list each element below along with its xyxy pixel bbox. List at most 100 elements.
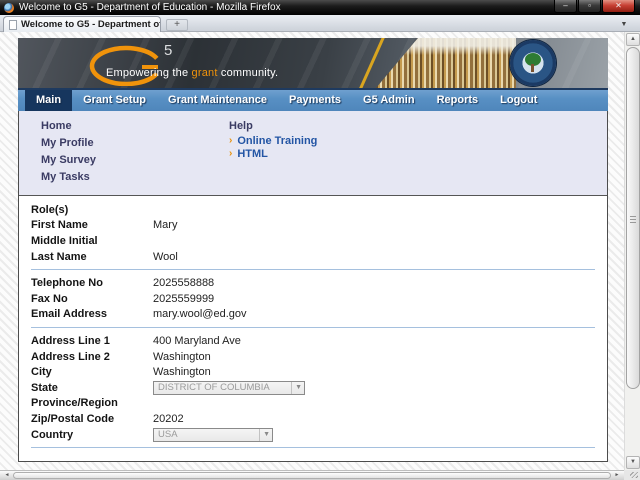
field-value: 2025558888 [153, 277, 214, 289]
field-label: State [31, 382, 153, 394]
field-label: Address Line 2 [31, 351, 153, 363]
chevron-down-icon: ▼ [291, 382, 302, 394]
scroll-up-button[interactable]: ▲ [626, 33, 640, 46]
browser-tab[interactable]: Welcome to G5 - Department of Edu... [3, 16, 161, 32]
field-label: Telephone No [31, 277, 153, 289]
tagline-grant: grant [192, 67, 218, 79]
education-seal-icon [510, 40, 556, 86]
field-value: Mary [153, 219, 177, 231]
g5-page: 5 Empowering the grant community. Main G… [18, 38, 608, 462]
field-row-fax: Fax No 2025559999 [19, 291, 607, 307]
resize-grip [624, 470, 640, 480]
field-row-zip: Zip/Postal Code 20202 [19, 411, 607, 427]
field-row-address-2: Address Line 2 Washington [19, 349, 607, 365]
nav-item-grant-setup[interactable]: Grant Setup [72, 90, 157, 111]
chevron-down-icon: ▼ [259, 429, 270, 441]
field-row-province: Province/Region [19, 396, 607, 412]
nav-item-grant-maintenance[interactable]: Grant Maintenance [157, 90, 278, 111]
country-select-value: USA [158, 429, 178, 440]
field-row-last-name: Last Name Wool [19, 249, 607, 265]
new-tab-button[interactable]: + [166, 19, 188, 31]
nav-item-logout[interactable]: Logout [489, 90, 548, 111]
banner-gold-line [357, 38, 386, 88]
vertical-scrollbar-thumb[interactable] [626, 47, 640, 389]
state-select[interactable]: DISTRICT OF COLUMBIA ▼ [153, 381, 305, 395]
scroll-down-button[interactable]: ▼ [626, 456, 640, 469]
field-row-address-1: Address Line 1 400 Maryland Ave [19, 333, 607, 349]
horizontal-scrollbar-thumb[interactable] [13, 472, 611, 479]
sidebar-item-my-survey[interactable]: My Survey [41, 154, 96, 171]
field-row-roles: Role(s) [19, 202, 607, 218]
firefox-icon [4, 3, 14, 13]
link-online-training[interactable]: › Online Training [229, 135, 317, 148]
field-label: Province/Region [31, 397, 153, 409]
page-icon [9, 20, 17, 30]
scroll-left-button[interactable]: ◄ [1, 471, 13, 480]
field-label: Email Address [31, 308, 153, 320]
field-row-email: Email Address mary.wool@ed.gov [19, 307, 607, 323]
field-value: 400 Maryland Ave [153, 335, 241, 347]
field-row-country: Country USA ▼ [19, 427, 607, 443]
field-row-first-name: First Name Mary [19, 218, 607, 234]
sidebar-item-my-tasks[interactable]: My Tasks [41, 171, 96, 188]
close-button[interactable]: ✕ [602, 0, 635, 13]
field-label: Role(s) [31, 204, 153, 216]
tab-list-dropdown-icon[interactable]: ▼ [615, 19, 633, 31]
section-divider [31, 327, 595, 328]
window-title: Welcome to G5 - Department of Education … [19, 2, 553, 13]
site-banner: 5 Empowering the grant community. [18, 38, 608, 88]
chevron-right-icon: › [229, 148, 232, 161]
submenu-left-column: Home My Profile My Survey My Tasks [41, 120, 96, 188]
tagline: Empowering the grant community. [106, 67, 278, 79]
field-label: Middle Initial [31, 235, 153, 247]
section-divider [31, 447, 595, 448]
field-row-telephone: Telephone No 2025558888 [19, 275, 607, 291]
minimize-button[interactable]: – [554, 0, 577, 13]
field-value: Washington [153, 351, 211, 363]
help-column: Help › Online Training › HTML [229, 120, 317, 161]
maximize-button[interactable]: ▫ [578, 0, 601, 13]
field-label: City [31, 366, 153, 378]
window-titlebar: Welcome to G5 - Department of Education … [0, 0, 640, 15]
logo-5: 5 [164, 42, 172, 59]
nav-item-g5-admin[interactable]: G5 Admin [352, 90, 426, 111]
tab-bar: Welcome to G5 - Department of Edu... + ▼ [0, 15, 640, 32]
submenu-panel: Home My Profile My Survey My Tasks Help … [19, 111, 607, 196]
field-value: 20202 [153, 413, 184, 425]
field-label: Zip/Postal Code [31, 413, 153, 425]
field-row-middle-initial: Middle Initial [19, 233, 607, 249]
field-label: First Name [31, 219, 153, 231]
content-container: Home My Profile My Survey My Tasks Help … [18, 111, 608, 462]
chevron-right-icon: › [229, 135, 232, 148]
link-html[interactable]: › HTML [229, 148, 317, 161]
nav-item-main[interactable]: Main [25, 90, 72, 111]
main-navbar: Main Grant Setup Grant Maintenance Payme… [18, 88, 608, 111]
field-label: Address Line 1 [31, 335, 153, 347]
scroll-right-button[interactable]: ► [611, 471, 623, 480]
field-label: Last Name [31, 251, 153, 263]
field-value: mary.wool@ed.gov [153, 308, 247, 320]
field-value: Wool [153, 251, 178, 263]
window-controls: – ▫ ✕ [553, 0, 635, 13]
horizontal-scrollbar: ◄ ► [0, 470, 624, 480]
state-select-value: DISTRICT OF COLUMBIA [158, 382, 270, 393]
page-viewport: 5 Empowering the grant community. Main G… [0, 32, 624, 470]
field-value: 2025559999 [153, 293, 214, 305]
help-heading: Help [229, 120, 317, 135]
field-label: Country [31, 429, 153, 441]
section-divider [31, 269, 595, 270]
nav-item-payments[interactable]: Payments [278, 90, 352, 111]
nav-item-reports[interactable]: Reports [426, 90, 490, 111]
g5-logo: 5 [88, 40, 188, 88]
field-value: Washington [153, 366, 211, 378]
library-photo [376, 38, 516, 88]
field-row-state: State DISTRICT OF COLUMBIA ▼ [19, 380, 607, 396]
sidebar-item-home[interactable]: Home [41, 120, 96, 137]
country-select[interactable]: USA ▼ [153, 428, 273, 442]
field-label: Fax No [31, 293, 153, 305]
profile-form: Role(s) First Name Mary Middle Initial L… [19, 196, 607, 461]
tab-title: Welcome to G5 - Department of Edu... [21, 19, 161, 30]
vertical-scrollbar: ▲ ▼ [624, 32, 640, 470]
sidebar-item-my-profile[interactable]: My Profile [41, 137, 96, 154]
field-row-city: City Washington [19, 364, 607, 380]
